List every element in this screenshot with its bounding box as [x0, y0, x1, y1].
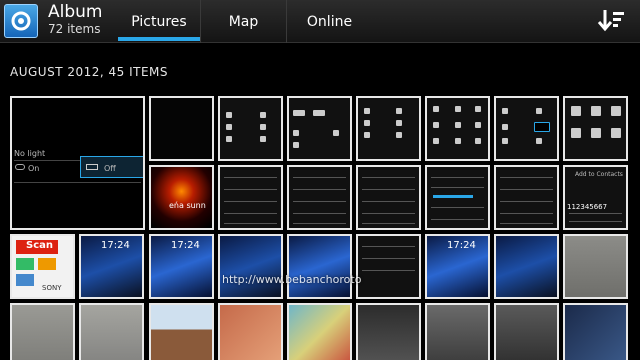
- thumbnail[interactable]: [287, 96, 352, 161]
- thumbnail-photo[interactable]: [494, 303, 559, 360]
- thumbnail[interactable]: [425, 96, 490, 161]
- thumbnail-candle[interactable]: eńa sunn: [149, 165, 214, 230]
- thumbnail[interactable]: [563, 96, 628, 161]
- tab-bar: Pictures Map Online: [118, 0, 372, 43]
- tab-map[interactable]: Map: [201, 0, 287, 43]
- thumbnail-photo[interactable]: [79, 303, 144, 360]
- sort-button[interactable]: [596, 8, 626, 34]
- scan-label: Scan: [26, 240, 53, 251]
- thumbnail-photo[interactable]: [218, 303, 283, 360]
- off-label: Off: [104, 164, 116, 173]
- thumbnail-photo[interactable]: [425, 303, 490, 360]
- thumbnail[interactable]: [494, 165, 559, 230]
- thumbnail-homescreen[interactable]: 17:24: [425, 234, 490, 299]
- thumbnail[interactable]: [494, 96, 559, 161]
- tab-online[interactable]: Online: [287, 0, 372, 43]
- light-on-icon: [15, 164, 25, 170]
- thumbnail[interactable]: [149, 96, 214, 161]
- sony-label: SONY: [42, 284, 62, 292]
- clock-b: 17:24: [171, 240, 200, 251]
- thumbnail-homescreen[interactable]: [287, 234, 352, 299]
- item-count: 72 items: [48, 22, 101, 36]
- thumbnail-homescreen[interactable]: [218, 234, 283, 299]
- thumbnail-photo[interactable]: [563, 303, 628, 360]
- app-title: Album: [48, 2, 103, 22]
- thumbnail-photo[interactable]: [356, 303, 421, 360]
- thumbnail-scan-app[interactable]: Scan SONY: [10, 234, 75, 299]
- thumbnail-photo[interactable]: [287, 303, 352, 360]
- add-contacts-label: Add to Contacts: [575, 171, 623, 178]
- thumbnail[interactable]: [425, 165, 490, 230]
- thumbnail[interactable]: [287, 165, 352, 230]
- url-watermark: http://www.bebanchoroto: [222, 273, 362, 286]
- light-off-icon: [86, 164, 98, 170]
- thumbnail-grid: No light On Off eńa sunn Add to Contact…: [10, 96, 640, 360]
- no-light-label: No light: [14, 149, 46, 158]
- tab-pictures[interactable]: Pictures: [118, 0, 201, 43]
- clock-c: 17:24: [447, 240, 476, 251]
- thumbnail-photo[interactable]: [10, 303, 75, 360]
- thumbnail-photo[interactable]: [563, 234, 628, 299]
- thumbnail[interactable]: [356, 165, 421, 230]
- thumbnail-photo[interactable]: [149, 303, 214, 360]
- thumbnail[interactable]: [356, 96, 421, 161]
- thumbnail[interactable]: [356, 234, 421, 299]
- album-icon[interactable]: [4, 4, 38, 38]
- candle-text: eńa sunn: [169, 201, 206, 210]
- sort-icon: [597, 10, 624, 32]
- thumbnail[interactable]: [218, 165, 283, 230]
- thumbnail[interactable]: [218, 96, 283, 161]
- thumbnail-homescreen[interactable]: 17:24: [149, 234, 214, 299]
- pin-digits: 112345667: [567, 203, 608, 211]
- thumbnail-no-light[interactable]: No light On Off: [10, 96, 145, 230]
- thumbnail-homescreen[interactable]: [494, 234, 559, 299]
- clock-a: 17:24: [101, 240, 130, 251]
- thumbnail-dialer[interactable]: Add to Contacts 112345667: [563, 165, 628, 230]
- action-bar: Album 72 items Pictures Map Online: [0, 0, 640, 43]
- thumbnail-homescreen[interactable]: 17:24: [79, 234, 144, 299]
- section-title: AUGUST 2012, 45 ITEMS: [10, 65, 169, 79]
- on-label: On: [28, 164, 40, 173]
